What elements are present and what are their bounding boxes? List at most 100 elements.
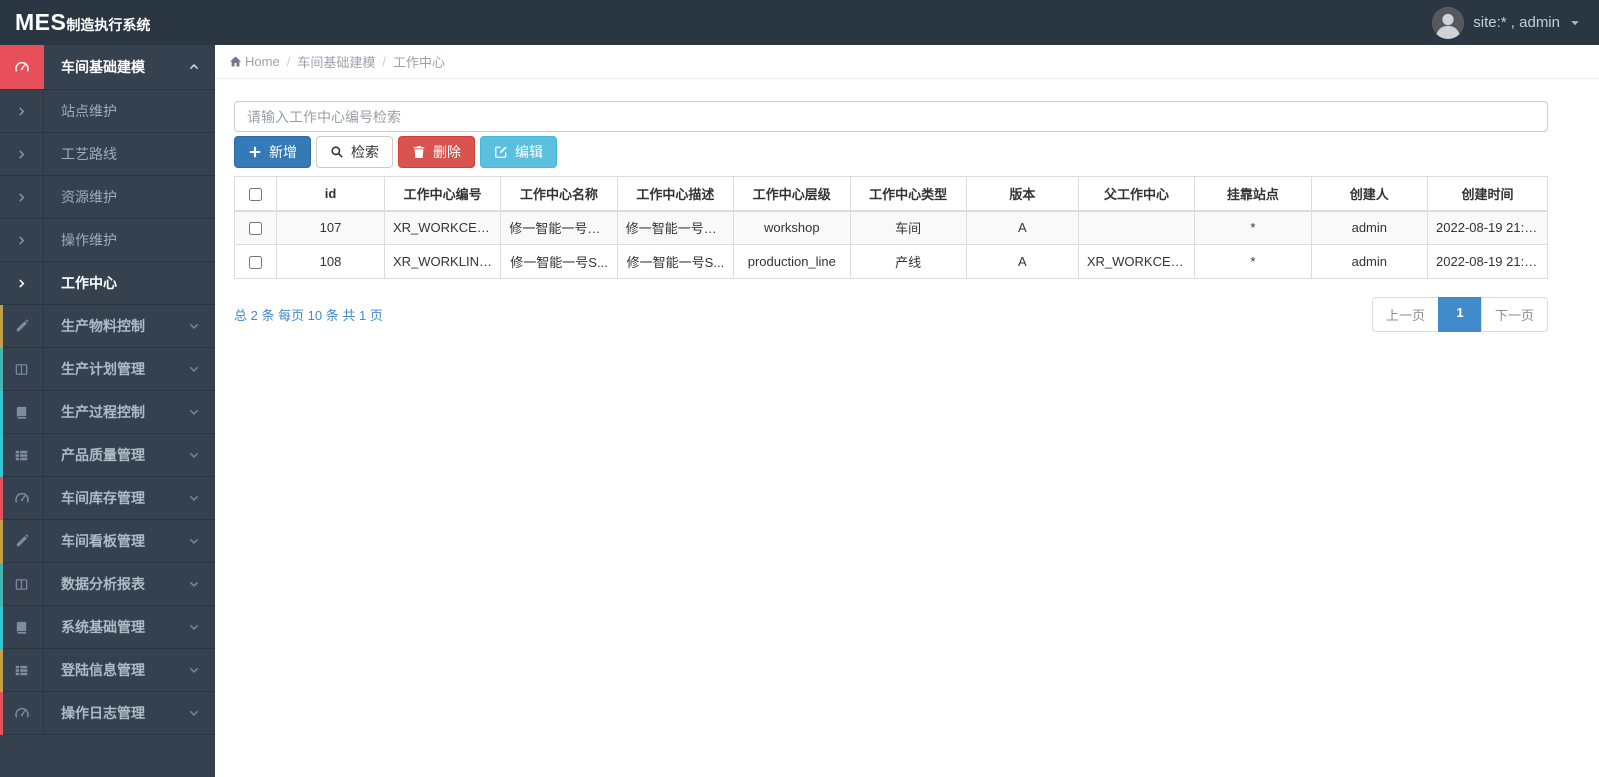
- sidebar-item-label: 生产物料控制: [61, 318, 145, 334]
- sidebar-icon-cell: [0, 520, 44, 562]
- sidebar-item[interactable]: 生产计划管理: [0, 348, 215, 391]
- sidebar-item-accent-strip: [0, 305, 3, 348]
- columns-icon: [14, 577, 29, 592]
- sidebar-item[interactable]: 操作日志管理: [0, 692, 215, 735]
- home-icon: [229, 55, 242, 68]
- sidebar-icon-cell: [0, 262, 44, 304]
- book-icon: [14, 620, 29, 635]
- breadcrumb-home-link[interactable]: Home: [229, 54, 280, 69]
- sidebar-item-label: 数据分析报表: [61, 576, 145, 592]
- breadcrumb-separator: /: [286, 54, 291, 69]
- app-logo-secondary: 制造执行系统: [66, 17, 151, 33]
- table-cell: *: [1194, 210, 1312, 245]
- delete-button[interactable]: 删除: [398, 136, 475, 168]
- chevron-down-icon: [188, 320, 200, 332]
- sidebar-item-label: 车间库存管理: [61, 490, 145, 506]
- topbar: MES 制造执行系统 site:* , admin: [0, 0, 1599, 45]
- sidebar-item-label: 操作维护: [61, 232, 117, 248]
- sidebar: 车间基础建模站点维护工艺路线资源维护操作维护工作中心生产物料控制生产计划管理生产…: [0, 45, 215, 777]
- sidebar-icon-cell: [0, 305, 44, 347]
- record-summary: 总 2 条 每页 10 条 共 1 页: [234, 308, 383, 323]
- sidebar-icon-cell: [0, 563, 44, 605]
- sidebar-item-accent-strip: [0, 434, 3, 477]
- sidebar-item-accent-strip: [0, 606, 3, 649]
- add-button[interactable]: 新增: [234, 136, 311, 168]
- sidebar-item-label: 操作日志管理: [61, 705, 145, 721]
- sidebar-item-accent-strip: [0, 520, 3, 563]
- column-header: id: [276, 176, 385, 212]
- sidebar-icon-cell: [0, 176, 44, 218]
- breadcrumb-separator: /: [382, 54, 386, 69]
- chevron-right-icon: [16, 192, 27, 203]
- select-all-header-cell: [234, 176, 277, 212]
- row-checkbox[interactable]: [249, 222, 262, 236]
- gauge-icon: [14, 705, 30, 721]
- chevron-down-icon: [188, 406, 200, 418]
- app-logo[interactable]: MES 制造执行系统: [0, 9, 150, 36]
- sidebar-item[interactable]: 系统基础管理: [0, 606, 215, 649]
- sidebar-item[interactable]: 资源维护: [0, 176, 215, 219]
- sidebar-item-accent-strip: [0, 649, 3, 692]
- column-header: 父工作中心: [1077, 176, 1196, 212]
- sidebar-icon-cell: [0, 391, 44, 433]
- sidebar-item-accent-strip: [0, 477, 3, 520]
- next-page-button[interactable]: 下一页: [1480, 297, 1548, 332]
- user-label: site:* , admin: [1473, 14, 1560, 31]
- chevron-down-icon: [188, 707, 200, 719]
- sidebar-item-accent-strip: [0, 391, 3, 434]
- table-row[interactable]: 108 XR_WORKLINE... 修一智能一号S... 修一智能一号S... pro…: [234, 244, 1548, 279]
- sidebar-icon-cell: [0, 477, 44, 519]
- sidebar-item[interactable]: 车间看板管理: [0, 520, 215, 563]
- column-header: 工作中心编号: [383, 176, 502, 212]
- table-row[interactable]: 107 XR_WORKCEN... 修一智能一号车间 修一智能一号车间 workshop…: [234, 210, 1548, 245]
- sidebar-item[interactable]: 生产物料控制: [0, 305, 215, 348]
- sidebar-item-label: 工艺路线: [61, 146, 117, 162]
- column-header: 挂靠站点: [1194, 176, 1312, 212]
- book-icon: [14, 405, 29, 420]
- sidebar-item[interactable]: 车间库存管理: [0, 477, 215, 520]
- chevron-right-icon: [16, 106, 27, 117]
- prev-page-button[interactable]: 上一页: [1371, 297, 1439, 332]
- user-avatar: [1432, 6, 1465, 39]
- sidebar-item-label: 车间基础建模: [61, 59, 145, 75]
- table-cell: admin: [1310, 210, 1429, 245]
- sidebar-item[interactable]: 产品质量管理: [0, 434, 215, 477]
- user-menu[interactable]: site:* , admin: [1432, 6, 1581, 39]
- edit-button[interactable]: 编辑: [480, 136, 557, 168]
- table-cell: admin: [1310, 244, 1429, 279]
- table-cell: workshop: [733, 210, 851, 245]
- columns-icon: [14, 362, 29, 377]
- sidebar-item[interactable]: 操作维护: [0, 219, 215, 262]
- row-checkbox[interactable]: [249, 256, 262, 270]
- table-cell: 修一智能一号车间: [500, 210, 618, 245]
- sidebar-item[interactable]: 登陆信息管理: [0, 649, 215, 692]
- sidebar-item[interactable]: 生产过程控制: [0, 391, 215, 434]
- table-cell: 2022-08-19 21:1...: [1427, 244, 1548, 279]
- sidebar-icon-cell: [0, 45, 44, 89]
- search-input[interactable]: [234, 101, 1548, 132]
- chevron-up-icon: [188, 61, 200, 73]
- row-select-cell: [234, 244, 277, 279]
- sidebar-icon-cell: [0, 90, 44, 132]
- trash-icon: [412, 145, 426, 159]
- sidebar-item[interactable]: 数据分析报表: [0, 563, 215, 606]
- sidebar-item[interactable]: 站点维护: [0, 90, 215, 133]
- table-cell: 修一智能一号S...: [500, 244, 618, 279]
- sidebar-item[interactable]: 车间基础建模: [0, 45, 215, 90]
- sidebar-item-label: 登陆信息管理: [61, 662, 145, 678]
- page-number-button[interactable]: 1: [1437, 297, 1482, 332]
- sidebar-icon-cell: [0, 348, 44, 390]
- app-logo-primary: MES: [15, 9, 67, 35]
- search-button[interactable]: 检索: [316, 136, 393, 168]
- sidebar-icon-cell: [0, 434, 44, 476]
- search-icon: [330, 145, 344, 159]
- sidebar-item-accent-strip: [0, 348, 3, 391]
- sidebar-icon-cell: [0, 606, 44, 648]
- caret-down-icon: [1569, 17, 1581, 29]
- sidebar-item-label: 生产过程控制: [61, 404, 145, 420]
- button-label: 编辑: [515, 144, 543, 160]
- select-all-checkbox[interactable]: [249, 187, 262, 201]
- sidebar-item[interactable]: 工作中心: [0, 262, 215, 305]
- breadcrumb-item-module[interactable]: 车间基础建模: [297, 52, 375, 71]
- sidebar-item[interactable]: 工艺路线: [0, 133, 215, 176]
